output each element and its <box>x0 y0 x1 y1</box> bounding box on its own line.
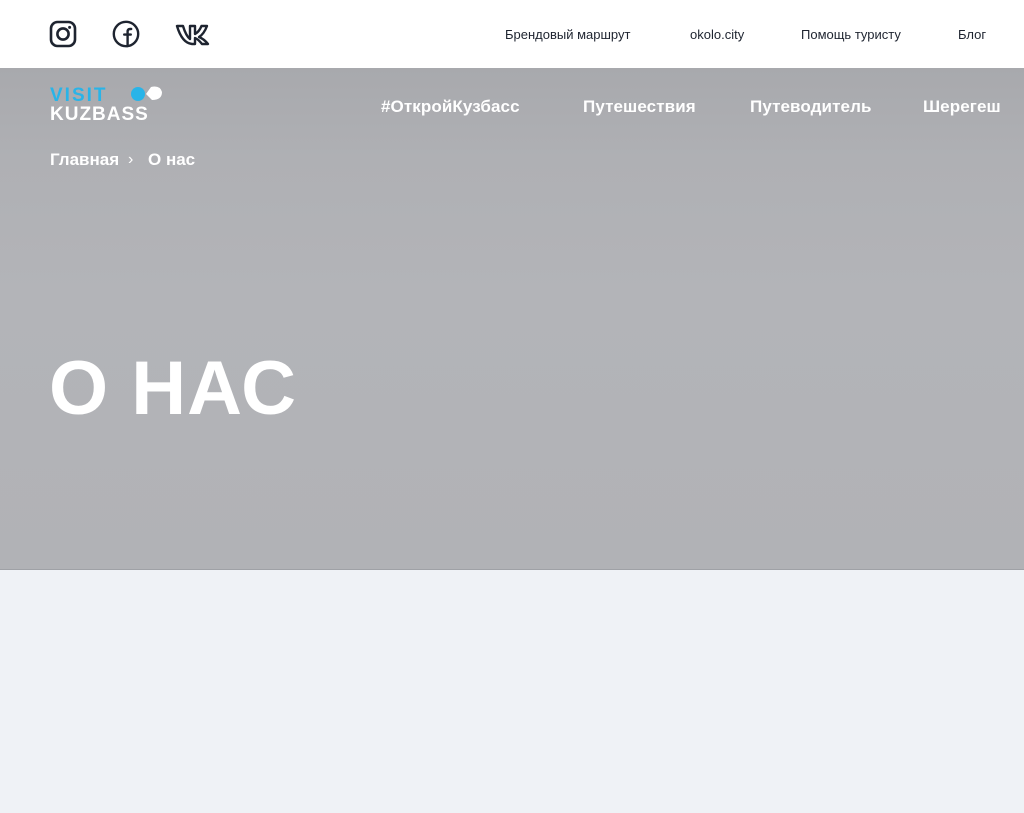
instagram-icon <box>49 20 77 48</box>
vk-link[interactable] <box>174 19 214 49</box>
vk-icon <box>175 24 210 46</box>
logo-line1: VISIT <box>50 85 108 106</box>
nav-open-kuzbass[interactable]: #ОткройКузбасс <box>381 96 520 118</box>
blog-link[interactable]: Блог <box>958 26 986 44</box>
breadcrumb-separator-icon: › <box>128 151 134 168</box>
brand-route-link[interactable]: Брендовый маршрут <box>505 26 630 44</box>
logo-blue-dot <box>131 87 145 101</box>
content-area <box>0 570 1024 813</box>
nav-travels[interactable]: Путешествия <box>583 96 696 118</box>
logo-line2: KUZBASS <box>50 104 149 124</box>
breadcrumb-home[interactable]: Главная <box>50 149 119 171</box>
page-title: О НАС <box>49 346 297 431</box>
instagram-link[interactable] <box>48 19 78 49</box>
breadcrumb-current: О нас <box>148 150 196 169</box>
visit-kuzbass-logo[interactable]: VISIT KUZBASS <box>50 84 172 124</box>
facebook-link[interactable] <box>111 19 141 49</box>
logo-image: VISIT KUZBASS <box>50 85 162 124</box>
facebook-icon <box>112 20 140 48</box>
nav-sheregesh[interactable]: Шерегеш <box>923 96 1001 118</box>
top-bar: Брендовый маршрут okolo.city Помощь тури… <box>0 0 1024 68</box>
nav-guide[interactable]: Путеводитель <box>750 96 872 118</box>
tourist-help-link[interactable]: Помощь туристу <box>801 26 901 44</box>
logo-white-drop <box>146 86 162 100</box>
hero-banner <box>0 68 1024 569</box>
okolo-city-link[interactable]: okolo.city <box>690 26 744 44</box>
